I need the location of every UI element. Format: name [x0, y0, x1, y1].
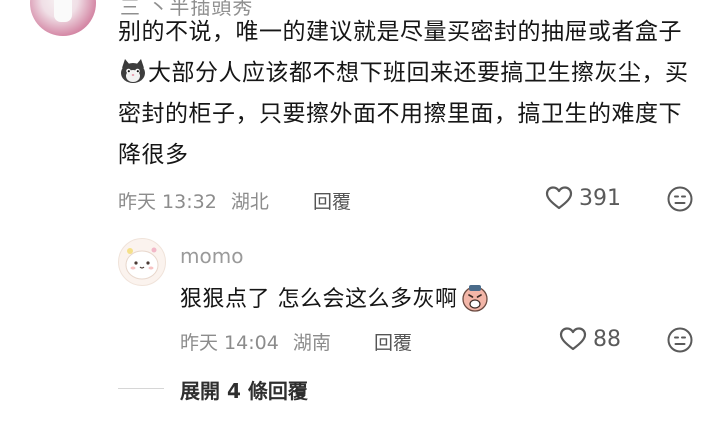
comment-location: 湖北: [230, 191, 269, 213]
comment-text-part1: 别的不说，唯一的建议就是尽量买密封的抽屉或者盒子: [118, 19, 682, 45]
reply-like-count: 88: [593, 326, 621, 352]
reply-text-content: 狠狠点了 怎么会这么多灰啊: [180, 287, 458, 312]
reply-meta: 昨天 14:04 湖南: [180, 328, 331, 355]
cat-emoji-icon: [119, 57, 147, 83]
expand-divider: [118, 388, 164, 389]
comment-time: 昨天 13:32: [118, 191, 217, 213]
heart-icon: [559, 326, 587, 352]
reply-text: 狠狠点了 怎么会这么多灰啊: [180, 281, 490, 313]
weary-face-emoji-icon: [460, 284, 490, 312]
comment-reply-button[interactable]: 回覆: [313, 187, 351, 214]
frown-face-icon: [666, 326, 694, 354]
comment-text-part2: 大部分人应该都不想下班回来还要搞卫生擦灰尘，买密封的柜子，只要擦外面不用擦里面，…: [118, 60, 689, 168]
reply-reply-button[interactable]: 回覆: [374, 328, 412, 355]
reply-dislike-button[interactable]: [666, 326, 694, 354]
comment-like-count: 391: [579, 185, 621, 211]
comment-like-button[interactable]: 391: [545, 185, 621, 211]
commenter-avatar[interactable]: [30, 0, 96, 36]
frown-face-icon: [666, 185, 694, 213]
comment-dislike-button[interactable]: [666, 185, 694, 213]
reply-time: 昨天 14:04: [180, 332, 279, 354]
reply-author-name[interactable]: momo: [180, 244, 243, 268]
heart-icon: [545, 185, 573, 211]
reply-like-button[interactable]: 88: [559, 326, 621, 352]
reply-location: 湖南: [292, 332, 331, 354]
expand-replies-button[interactable]: 展開 4 條回覆: [180, 375, 308, 404]
reply-avatar[interactable]: [118, 238, 166, 286]
comment-text: 别的不说，唯一的建议就是尽量买密封的抽屉或者盒子 大部分人应该都不想下班回来还要…: [118, 12, 698, 176]
comment-meta: 昨天 13:32 湖北: [118, 187, 269, 214]
